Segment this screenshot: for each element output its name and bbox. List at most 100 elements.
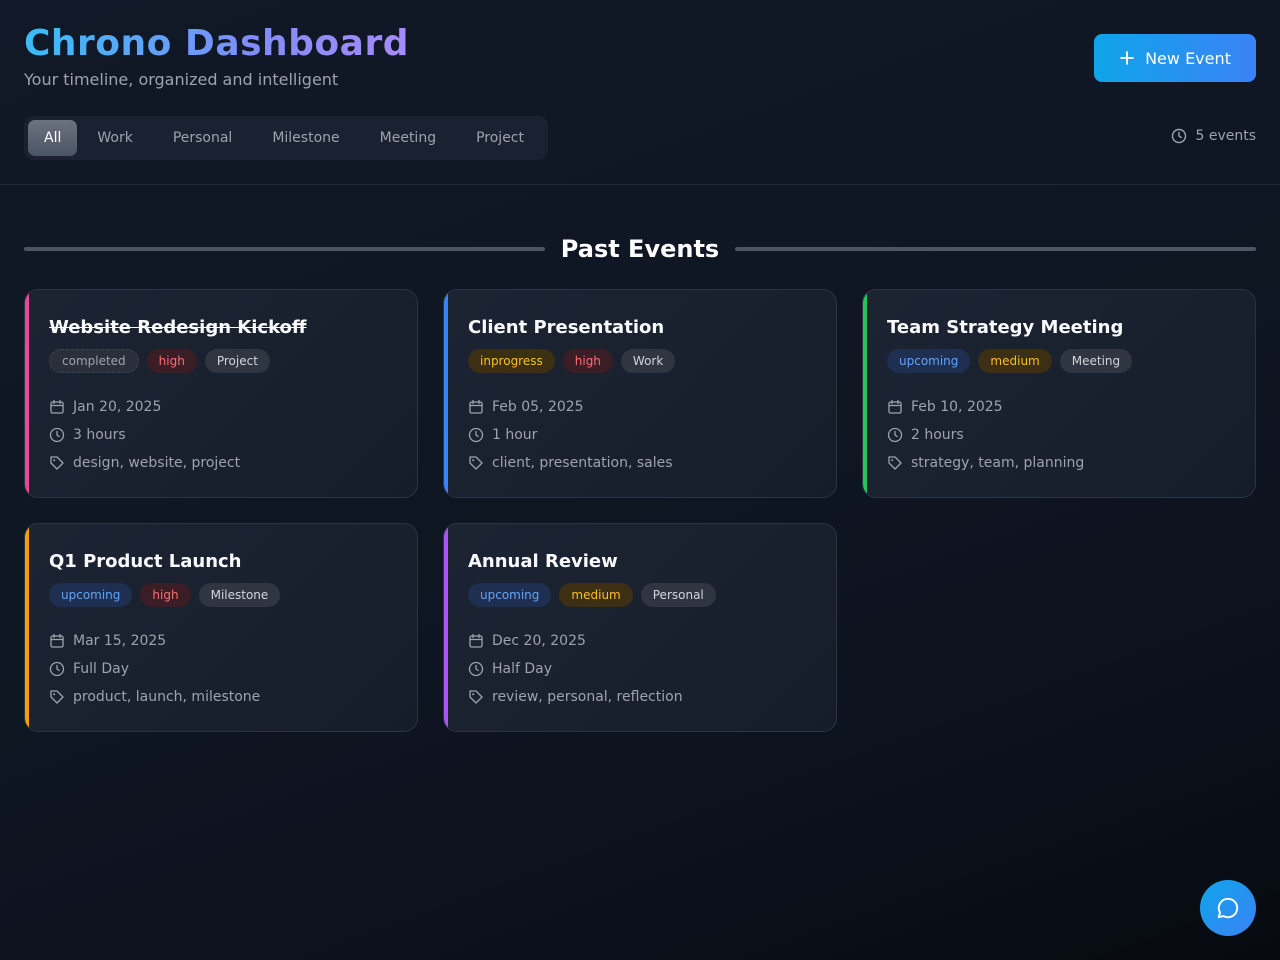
card-accent-bar — [444, 524, 448, 731]
event-date-label: Jan 20, 2025 — [73, 399, 162, 415]
event-tags-label: client, presentation, sales — [492, 455, 673, 471]
event-card[interactable]: Annual Review upcoming medium Personal D… — [443, 523, 837, 732]
section-divider-right — [735, 247, 1257, 251]
calendar-icon — [50, 633, 64, 648]
event-duration: 3 hours — [49, 427, 126, 443]
event-duration: 1 hour — [468, 427, 537, 443]
event-title: Annual Review — [468, 551, 618, 572]
event-count: 5 events — [1171, 128, 1256, 144]
category-badge: Personal — [640, 583, 716, 607]
clock-icon — [49, 427, 65, 443]
filter-tab-project[interactable]: Project — [456, 120, 544, 156]
filter-tab-all[interactable]: All — [28, 120, 78, 156]
new-event-button[interactable]: New Event — [1094, 34, 1256, 82]
card-accent-bar — [25, 290, 29, 497]
category-badge: Project — [204, 349, 270, 373]
filter-tab-meeting[interactable]: Meeting — [360, 120, 456, 156]
event-date: Mar 15, 2025 — [49, 633, 166, 649]
event-tags-label: design, website, project — [73, 455, 241, 471]
status-badge: inprogress — [468, 349, 555, 373]
status-badge: upcoming — [468, 583, 552, 607]
tag-icon — [888, 456, 902, 470]
section-divider-left — [24, 247, 545, 251]
chat-button[interactable] — [1200, 880, 1256, 936]
filter-tab-work[interactable]: Work — [77, 120, 152, 156]
event-date: Feb 10, 2025 — [887, 399, 1003, 415]
event-title: Website Redesign Kickoff — [49, 317, 307, 338]
clock-icon — [1172, 128, 1187, 144]
event-badges: completed high Project — [49, 349, 270, 373]
event-duration-label: 3 hours — [73, 427, 126, 443]
event-tags: review, personal, reflection — [468, 689, 683, 705]
event-duration-label: Full Day — [73, 661, 130, 677]
event-tags: design, website, project — [49, 455, 240, 471]
event-tags-label: product, launch, milestone — [73, 689, 261, 705]
event-title: Client Presentation — [468, 317, 665, 338]
event-duration: Full Day — [49, 661, 129, 677]
event-date: Feb 05, 2025 — [468, 399, 584, 415]
event-duration: Half Day — [468, 661, 552, 677]
event-tags-label: review, personal, reflection — [492, 689, 683, 705]
filter-tab-milestone[interactable]: Milestone — [252, 120, 359, 156]
event-tags: strategy, team, planning — [887, 455, 1084, 471]
card-accent-bar — [444, 290, 448, 497]
category-badge: Milestone — [198, 583, 281, 607]
priority-badge: high — [140, 583, 191, 607]
status-badge: completed — [49, 349, 139, 373]
tag-icon — [469, 456, 483, 470]
event-date-label: Mar 15, 2025 — [73, 633, 167, 649]
event-date-label: Feb 05, 2025 — [492, 399, 584, 415]
event-tags-label: strategy, team, planning — [911, 455, 1085, 471]
header: Chrono Dashboard Your timeline, organize… — [0, 0, 1280, 185]
event-card[interactable]: Client Presentation inprogress high Work… — [443, 289, 837, 498]
event-badges: upcoming medium Meeting — [887, 349, 1133, 373]
event-tags: product, launch, milestone — [49, 689, 260, 705]
event-tags: client, presentation, sales — [468, 455, 673, 471]
tag-icon — [50, 456, 64, 470]
card-accent-bar — [863, 290, 867, 497]
event-date-label: Feb 10, 2025 — [911, 399, 1003, 415]
event-duration-label: 2 hours — [911, 427, 964, 443]
event-badges: upcoming medium Personal — [468, 583, 716, 607]
event-card[interactable]: Website Redesign Kickoff completed high … — [24, 289, 418, 498]
status-badge: upcoming — [49, 583, 133, 607]
filter-tabs: All Work Personal Milestone Meeting Proj… — [24, 116, 548, 160]
clock-icon — [49, 661, 65, 677]
calendar-icon — [888, 399, 902, 414]
event-duration-label: 1 hour — [492, 427, 538, 443]
event-badges: upcoming high Milestone — [49, 583, 281, 607]
priority-badge: medium — [978, 349, 1052, 373]
category-badge: Meeting — [1059, 349, 1133, 373]
event-title: Q1 Product Launch — [49, 551, 242, 572]
priority-badge: high — [146, 349, 197, 373]
clock-icon — [468, 661, 484, 677]
clock-icon — [887, 427, 903, 443]
event-badges: inprogress high Work — [468, 349, 676, 373]
priority-badge: high — [562, 349, 613, 373]
event-card[interactable]: Q1 Product Launch upcoming high Mileston… — [24, 523, 418, 732]
tag-icon — [50, 690, 64, 704]
priority-badge: medium — [559, 583, 633, 607]
filter-tab-personal[interactable]: Personal — [153, 120, 253, 156]
event-title: Team Strategy Meeting — [887, 317, 1124, 338]
calendar-icon — [50, 399, 64, 414]
event-duration: 2 hours — [887, 427, 964, 443]
section-title: Past Events — [560, 235, 720, 263]
event-duration-label: Half Day — [492, 661, 553, 677]
status-badge: upcoming — [887, 349, 971, 373]
app-subtitle: Your timeline, organized and intelligent — [24, 70, 339, 89]
event-count-label: 5 events — [1195, 128, 1256, 144]
event-date-label: Dec 20, 2025 — [492, 633, 586, 649]
category-badge: Work — [620, 349, 676, 373]
event-date: Jan 20, 2025 — [49, 399, 161, 415]
new-event-label: New Event — [1145, 48, 1231, 68]
calendar-icon — [469, 399, 483, 414]
app-title: Chrono Dashboard — [24, 23, 409, 64]
plus-icon — [1120, 51, 1134, 65]
event-card[interactable]: Team Strategy Meeting upcoming medium Me… — [862, 289, 1256, 498]
section-heading: Past Events — [24, 232, 1257, 266]
clock-icon — [468, 427, 484, 443]
card-accent-bar — [25, 524, 29, 731]
tag-icon — [469, 690, 483, 704]
event-date: Dec 20, 2025 — [468, 633, 586, 649]
